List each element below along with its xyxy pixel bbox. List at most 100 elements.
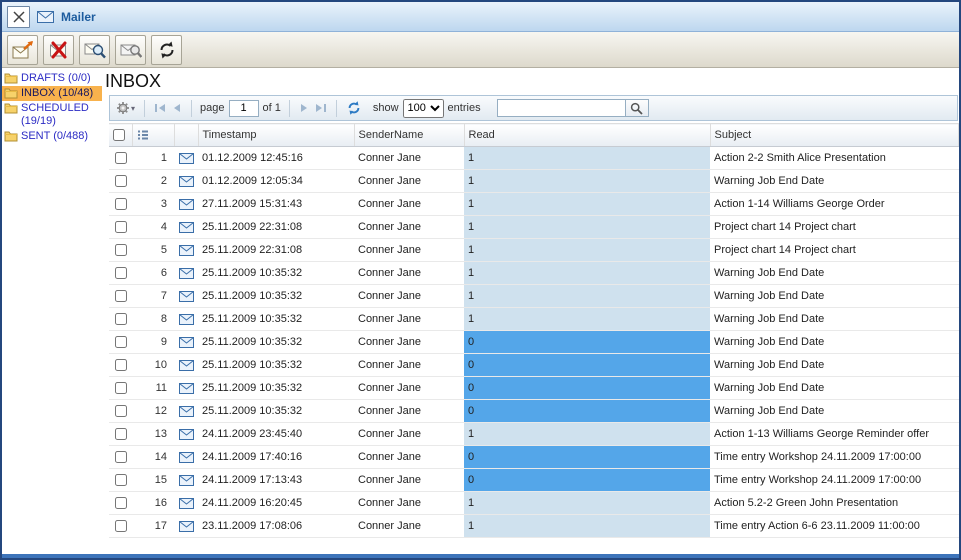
delete-mail-button[interactable]: [43, 35, 74, 65]
row-checkbox[interactable]: [115, 244, 127, 256]
next-page-button[interactable]: [298, 102, 310, 114]
search-mail-button[interactable]: [79, 35, 110, 65]
mail-row[interactable]: 16 24.11.2009 16:20:45 Conner Jane 1 Act…: [109, 492, 959, 515]
sidebar-item-drafts[interactable]: DRAFTS (0/0): [2, 71, 102, 86]
row-number-cell: 6: [132, 262, 174, 285]
mail-row[interactable]: 6 25.11.2009 10:35:32 Conner Jane 1 Warn…: [109, 262, 959, 285]
read-cell: 1: [464, 170, 710, 193]
folder-label: SCHEDULED (19/19): [21, 102, 100, 128]
row-number-header[interactable]: [132, 124, 174, 147]
prev-page-button[interactable]: [171, 102, 183, 114]
row-checkbox[interactable]: [115, 451, 127, 463]
row-checkbox[interactable]: [115, 359, 127, 371]
mail-row[interactable]: 13 24.11.2009 23:45:40 Conner Jane 1 Act…: [109, 423, 959, 446]
refresh-mail-button[interactable]: [151, 35, 182, 65]
column-header-read[interactable]: Read: [464, 124, 710, 147]
column-header-timestamp[interactable]: Timestamp: [198, 124, 354, 147]
sender-cell: Conner Jane: [354, 147, 464, 170]
first-page-button[interactable]: [153, 102, 167, 114]
row-checkbox[interactable]: [115, 152, 127, 164]
mail-row[interactable]: 11 25.11.2009 10:35:32 Conner Jane 0 War…: [109, 377, 959, 400]
mail-row[interactable]: 5 25.11.2009 22:31:08 Conner Jane 1 Proj…: [109, 239, 959, 262]
row-checkbox[interactable]: [115, 474, 127, 486]
timestamp-cell: 25.11.2009 10:35:32: [198, 285, 354, 308]
mail-row[interactable]: 8 25.11.2009 10:35:32 Conner Jane 1 Warn…: [109, 308, 959, 331]
row-number-cell: 8: [132, 308, 174, 331]
row-select-cell: [109, 492, 132, 515]
grid-search-input[interactable]: [497, 99, 625, 117]
row-checkbox[interactable]: [115, 382, 127, 394]
subject-cell: Time entry Workshop 24.11.2009 17:00:00: [710, 469, 959, 492]
mail-lookup-button[interactable]: [115, 35, 146, 65]
mail-row[interactable]: 15 24.11.2009 17:13:43 Conner Jane 0 Tim…: [109, 469, 959, 492]
page-number-input[interactable]: [229, 100, 259, 117]
row-checkbox[interactable]: [115, 428, 127, 440]
row-checkbox[interactable]: [115, 221, 127, 233]
timestamp-cell: 25.11.2009 10:35:32: [198, 377, 354, 400]
row-mail-icon-cell: [174, 285, 198, 308]
app-body: DRAFTS (0/0) INBOX (10/48) SCHEDULED (19…: [2, 68, 959, 554]
read-cell: 0: [464, 331, 710, 354]
column-header-subject[interactable]: Subject: [710, 124, 959, 147]
row-select-cell: [109, 423, 132, 446]
read-cell: 0: [464, 469, 710, 492]
mail-row[interactable]: 14 24.11.2009 17:40:16 Conner Jane 0 Tim…: [109, 446, 959, 469]
row-mail-icon-cell: [174, 492, 198, 515]
mail-row[interactable]: 10 25.11.2009 10:35:32 Conner Jane 0 War…: [109, 354, 959, 377]
mail-row[interactable]: 12 25.11.2009 10:35:32 Conner Jane 0 War…: [109, 400, 959, 423]
read-cell: 0: [464, 377, 710, 400]
reload-grid-button[interactable]: [345, 99, 363, 117]
grid-search-button[interactable]: [625, 99, 649, 117]
select-all-header[interactable]: [109, 124, 132, 147]
subject-cell: Action 5.2-2 Green John Presentation: [710, 492, 959, 515]
sidebar-item-inbox[interactable]: INBOX (10/48): [2, 86, 102, 101]
row-checkbox[interactable]: [115, 290, 127, 302]
compose-mail-button[interactable]: [7, 35, 38, 65]
row-select-cell: [109, 308, 132, 331]
row-select-cell: [109, 193, 132, 216]
sender-cell: Conner Jane: [354, 446, 464, 469]
row-checkbox[interactable]: [115, 520, 127, 532]
subject-cell: Time entry Workshop 24.11.2009 17:00:00: [710, 446, 959, 469]
read-cell: 0: [464, 446, 710, 469]
row-checkbox[interactable]: [115, 175, 127, 187]
mail-icon-header: [174, 124, 198, 147]
first-page-icon: [154, 103, 166, 113]
envelope-icon: [179, 497, 194, 509]
row-checkbox[interactable]: [115, 405, 127, 417]
row-checkbox[interactable]: [115, 267, 127, 279]
last-page-button[interactable]: [314, 102, 328, 114]
page-size-select[interactable]: 100: [403, 99, 444, 118]
row-checkbox[interactable]: [115, 336, 127, 348]
pager-separator: [336, 100, 337, 117]
sidebar-item-scheduled[interactable]: SCHEDULED (19/19): [2, 101, 102, 129]
mail-row[interactable]: 1 01.12.2009 12:45:16 Conner Jane 1 Acti…: [109, 147, 959, 170]
row-mail-icon-cell: [174, 354, 198, 377]
sidebar-item-sent[interactable]: SENT (0/488): [2, 129, 102, 144]
subject-cell: Warning Job End Date: [710, 308, 959, 331]
mail-row[interactable]: 9 25.11.2009 10:35:32 Conner Jane 0 Warn…: [109, 331, 959, 354]
row-checkbox[interactable]: [115, 198, 127, 210]
mail-row[interactable]: 3 27.11.2009 15:31:43 Conner Jane 1 Acti…: [109, 193, 959, 216]
envelope-icon: [179, 152, 194, 164]
envelope-icon: [179, 267, 194, 279]
row-checkbox[interactable]: [115, 313, 127, 325]
select-all-checkbox[interactable]: [113, 129, 125, 141]
timestamp-cell: 25.11.2009 10:35:32: [198, 308, 354, 331]
row-select-cell: [109, 170, 132, 193]
mail-row[interactable]: 4 25.11.2009 22:31:08 Conner Jane 1 Proj…: [109, 216, 959, 239]
row-number-cell: 5: [132, 239, 174, 262]
row-checkbox[interactable]: [115, 497, 127, 509]
row-mail-icon-cell: [174, 423, 198, 446]
grid-settings-button[interactable]: ▾: [115, 100, 136, 116]
subject-cell: Warning Job End Date: [710, 285, 959, 308]
row-mail-icon-cell: [174, 446, 198, 469]
mail-row[interactable]: 17 23.11.2009 17:08:06 Conner Jane 1 Tim…: [109, 515, 959, 538]
sender-cell: Conner Jane: [354, 492, 464, 515]
mail-row[interactable]: 2 01.12.2009 12:05:34 Conner Jane 1 Warn…: [109, 170, 959, 193]
close-button[interactable]: [7, 6, 30, 28]
read-cell: 1: [464, 492, 710, 515]
column-header-sendername[interactable]: SenderName: [354, 124, 464, 147]
folder-label: SENT (0/488): [21, 130, 88, 143]
mail-row[interactable]: 7 25.11.2009 10:35:32 Conner Jane 1 Warn…: [109, 285, 959, 308]
